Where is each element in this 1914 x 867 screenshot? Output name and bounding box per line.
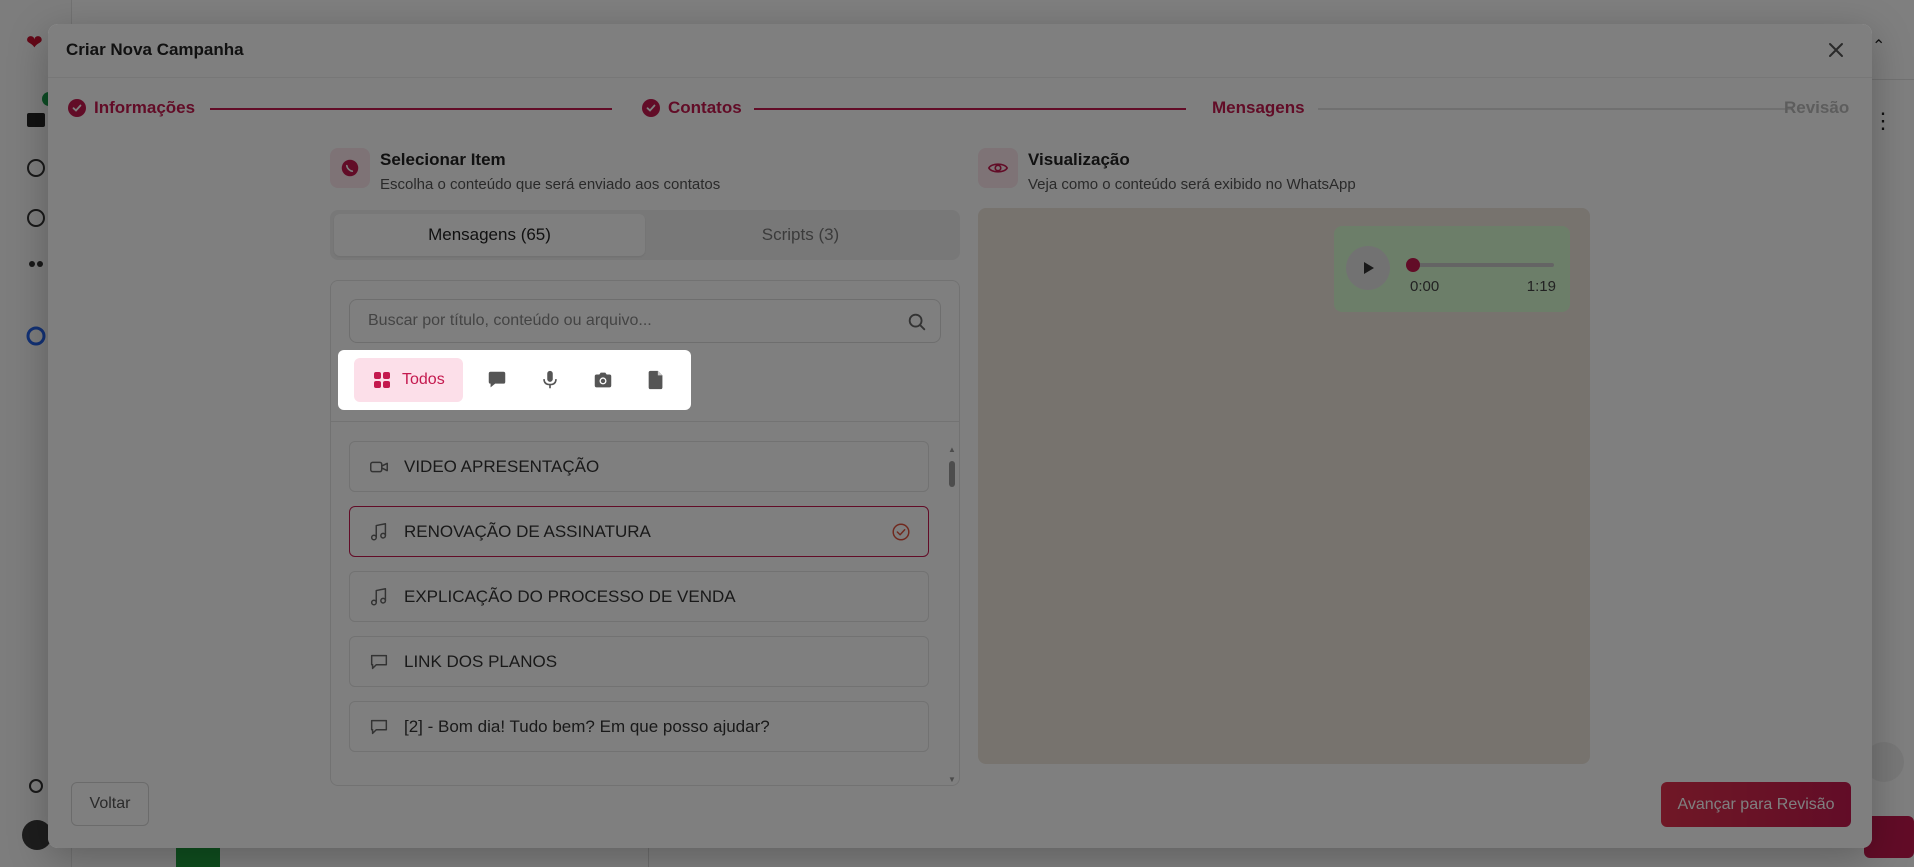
scroll-thumb[interactable] [949, 461, 955, 487]
list-item-label: RENOVAÇÃO DE ASSINATURA [404, 521, 651, 541]
media-filter-bar: Todos [338, 350, 691, 410]
modal-header: Criar Nova Campanha [48, 24, 1872, 78]
create-campaign-modal: Criar Nova Campanha Informações Contatos… [48, 24, 1872, 848]
step-connector [210, 108, 612, 110]
list-scrollbar[interactable]: ▲ ▼ [947, 445, 957, 785]
audio-progress-track[interactable] [1406, 258, 1554, 272]
audio-message-bubble: 0:00 1:19 [1334, 226, 1570, 312]
grid-icon [374, 372, 390, 388]
list-item[interactable]: LINK DOS PLANOS [349, 636, 929, 687]
eye-icon [978, 148, 1018, 188]
step-label: Informações [94, 98, 196, 117]
step-revisao[interactable]: Revisão [1784, 98, 1849, 118]
music-icon [368, 586, 390, 608]
camera-icon [595, 372, 612, 388]
video-icon [368, 456, 390, 478]
list-item[interactable]: VIDEO APRESENTAÇÃO [349, 441, 929, 492]
music-icon [368, 521, 390, 543]
microphone-icon [543, 370, 558, 389]
search-icon[interactable] [906, 311, 928, 333]
filter-audio-button[interactable] [532, 360, 569, 400]
select-item-subtitle: Escolha o conteúdo que será enviado aos … [380, 176, 721, 193]
step-connector [754, 108, 1186, 110]
step-connector [1318, 108, 1792, 110]
next-review-button[interactable]: Avançar para Revisão [1661, 782, 1851, 827]
spotlight-overlay [48, 24, 1872, 848]
select-item-title: Selecionar Item [380, 150, 506, 169]
modal-title: Criar Nova Campanha [66, 40, 244, 59]
step-label: Contatos [668, 98, 742, 117]
check-icon [642, 99, 660, 117]
search-field [349, 299, 941, 343]
back-button[interactable]: Voltar [71, 782, 149, 826]
whatsapp-preview: 0:00 1:19 [978, 208, 1590, 764]
search-input[interactable] [350, 300, 940, 342]
play-icon[interactable] [1346, 246, 1390, 290]
list-item-label: VIDEO APRESENTAÇÃO [404, 456, 600, 476]
list-item-label: [2] - Bom dia! Tudo bem? Em que posso aj… [404, 716, 770, 736]
filter-all-label: Todos [402, 371, 445, 388]
step-informacoes[interactable]: Informações [68, 98, 195, 118]
list-item-selected[interactable]: RENOVAÇÃO DE ASSINATURA [349, 506, 929, 557]
list-item-label: EXPLICAÇÃO DO PROCESSO DE VENDA [404, 586, 736, 606]
check-icon [68, 99, 86, 117]
item-list: VIDEO APRESENTAÇÃO RENOVAÇÃO DE ASSINATU… [349, 441, 929, 766]
audio-current-time: 0:00 [1410, 278, 1440, 295]
message-icon [488, 371, 506, 388]
list-item[interactable]: EXPLICAÇÃO DO PROCESSO DE VENDA [349, 571, 929, 622]
step-contatos[interactable]: Contatos [642, 98, 742, 118]
step-label: Revisão [1784, 98, 1850, 117]
select-item-header: Selecionar Item Escolha o conteúdo que s… [330, 148, 720, 193]
list-item-label: LINK DOS PLANOS [404, 651, 558, 671]
audio-duration: 1:19 [1526, 278, 1556, 295]
message-icon [368, 651, 390, 673]
content-tabs: Mensagens (65) Scripts (3) [330, 210, 960, 260]
filter-document-button[interactable] [638, 360, 675, 400]
list-item[interactable]: [2] - Bom dia! Tudo bem? Em que posso aj… [349, 701, 929, 752]
audio-progress-handle[interactable] [1406, 258, 1420, 272]
document-icon [649, 370, 663, 390]
filter-image-button[interactable] [585, 360, 622, 400]
step-label: Mensagens [1212, 98, 1305, 117]
preview-title: Visualização [1028, 150, 1130, 169]
filter-all-button[interactable]: Todos [354, 358, 463, 402]
message-icon [368, 716, 390, 738]
filter-text-button[interactable] [479, 360, 516, 400]
preview-header: Visualização Veja como o conteúdo será e… [978, 148, 1356, 193]
tab-scripts[interactable]: Scripts (3) [645, 214, 956, 256]
scroll-down-arrow-icon[interactable]: ▼ [947, 775, 957, 785]
tab-mensagens[interactable]: Mensagens (65) [334, 214, 645, 256]
step-mensagens[interactable]: Mensagens [1212, 98, 1305, 118]
filter-divider [331, 421, 959, 422]
close-icon[interactable] [1824, 38, 1848, 62]
check-circle-icon [890, 521, 912, 543]
scroll-up-arrow-icon[interactable]: ▲ [947, 445, 957, 455]
preview-subtitle: Veja como o conteúdo será exibido no Wha… [1028, 176, 1356, 193]
whatsapp-icon [330, 148, 370, 188]
